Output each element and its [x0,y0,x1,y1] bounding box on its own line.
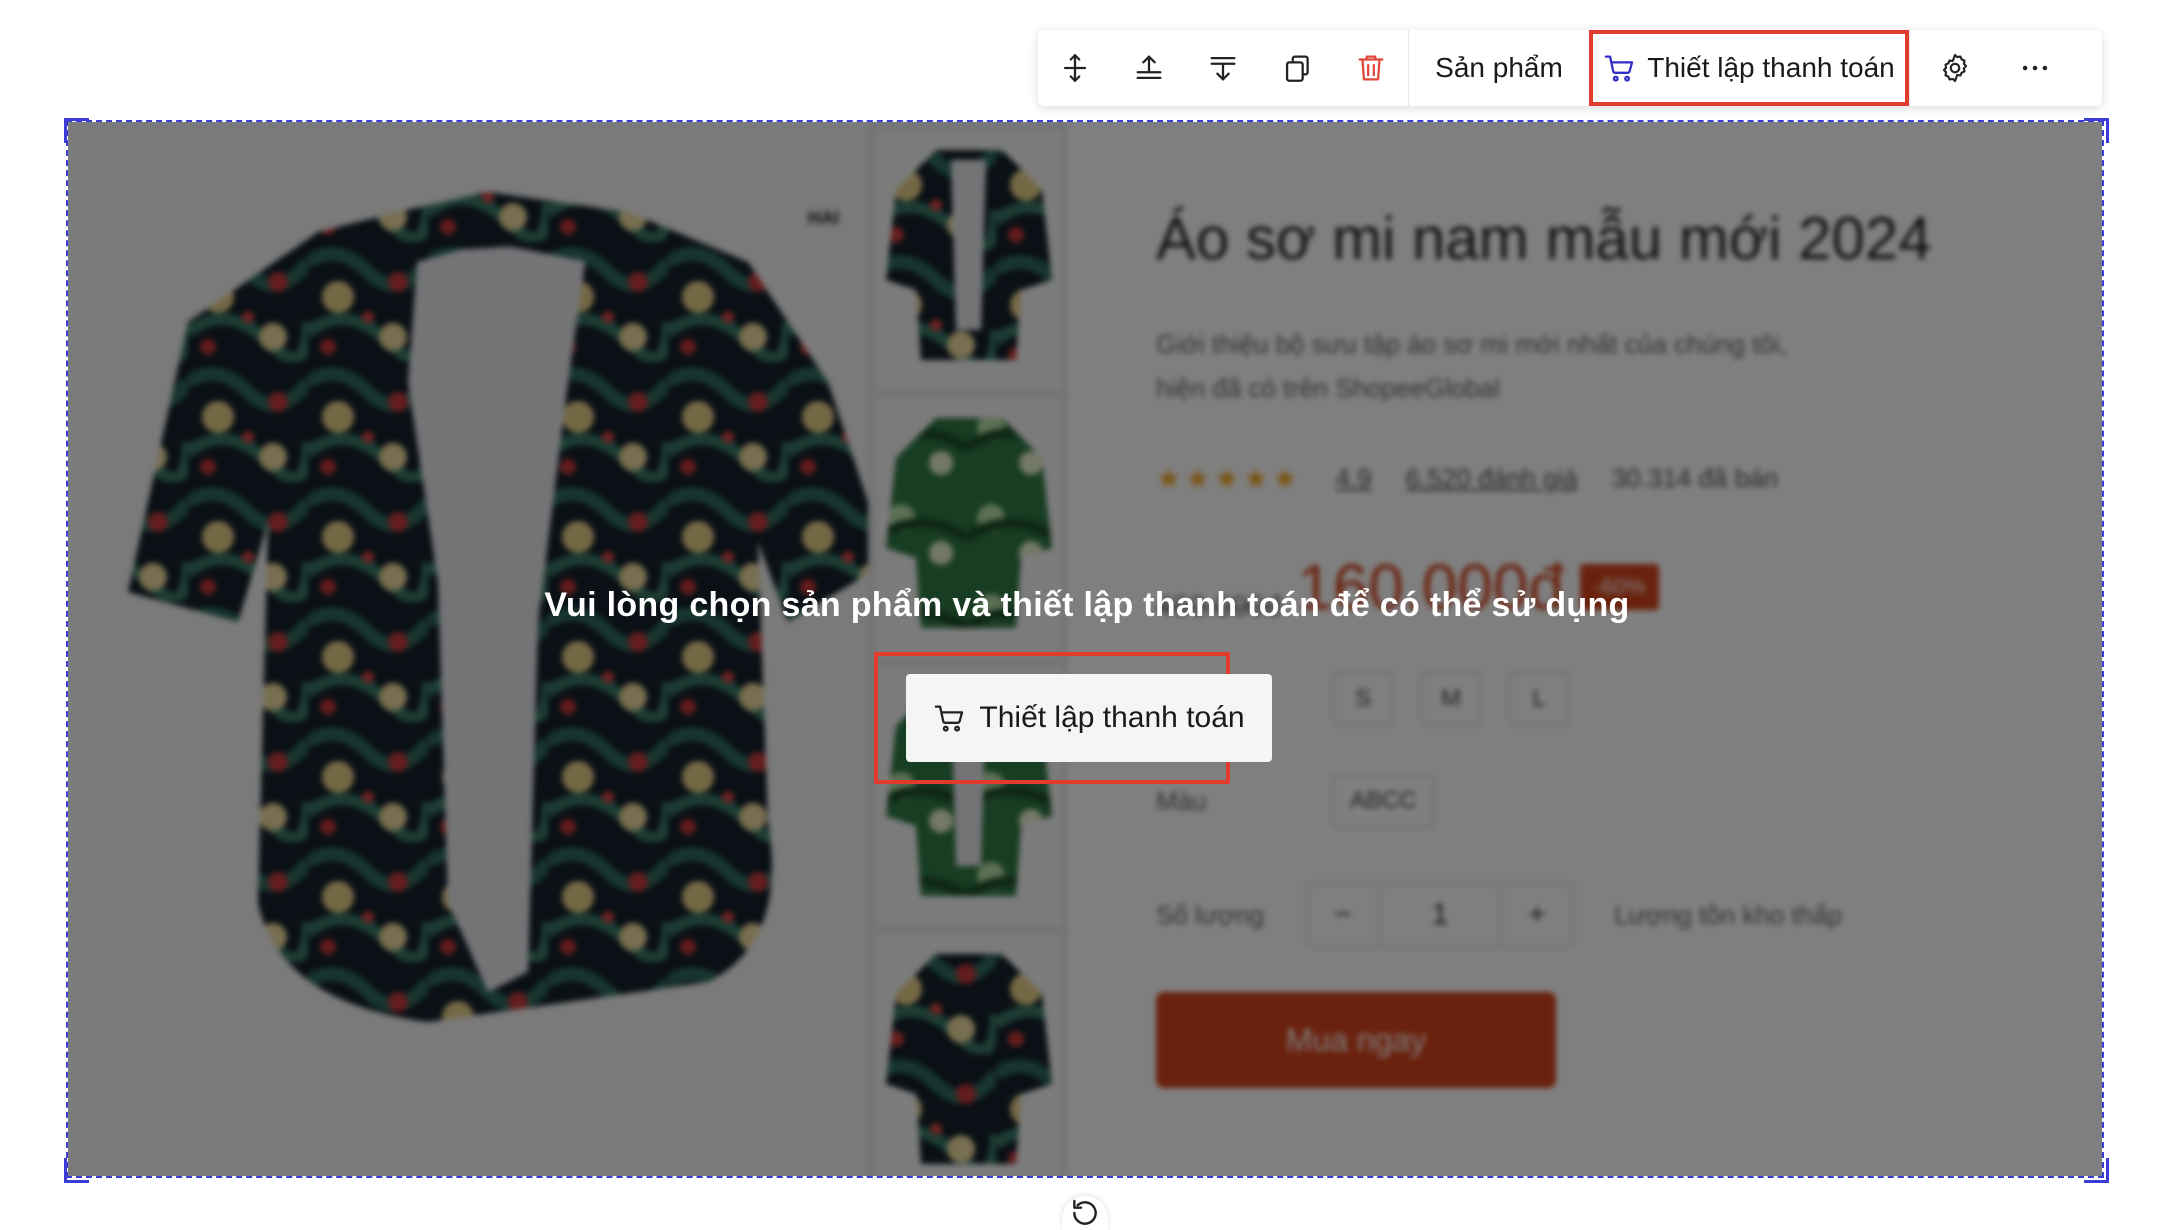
setup-checkout-button[interactable]: Thiết lập thanh toán [906,674,1272,762]
disabled-overlay [68,122,2102,1176]
frame-corner [64,1158,89,1183]
move-down-icon[interactable] [1186,30,1260,106]
move-up-down-icon[interactable] [1038,30,1112,106]
block-toolbar: Sản phẩm Thiết lập thanh toán [1038,30,2102,106]
duplicate-icon[interactable] [1260,30,1334,106]
frame-corner [2084,1158,2109,1183]
frame-corner [64,118,89,143]
delete-icon[interactable] [1334,30,1408,106]
cart-icon [935,705,964,732]
products-button[interactable]: Sản phẩm [1409,30,1589,106]
products-button-label: Sản phẩm [1435,52,1563,83]
reset-icon[interactable] [1062,1196,1108,1230]
setup-checkout-label: Thiết lập thanh toán [979,701,1245,734]
product-block-frame[interactable]: HAI Áo sơ mi nam mẫu mới 2024 Giới thiệu… [66,120,2104,1178]
checkout-setup-button[interactable]: Thiết lập thanh toán [1589,30,1909,106]
setup-notice: Vui lòng chọn sản phẩm và thiết lập than… [544,586,1630,624]
frame-corner [2084,118,2109,143]
cart-icon [1604,55,1634,82]
more-options-icon[interactable] [2000,30,2070,106]
settings-icon[interactable] [1910,30,2000,106]
checkout-setup-label: Thiết lập thanh toán [1647,52,1895,83]
move-up-icon[interactable] [1112,30,1186,106]
